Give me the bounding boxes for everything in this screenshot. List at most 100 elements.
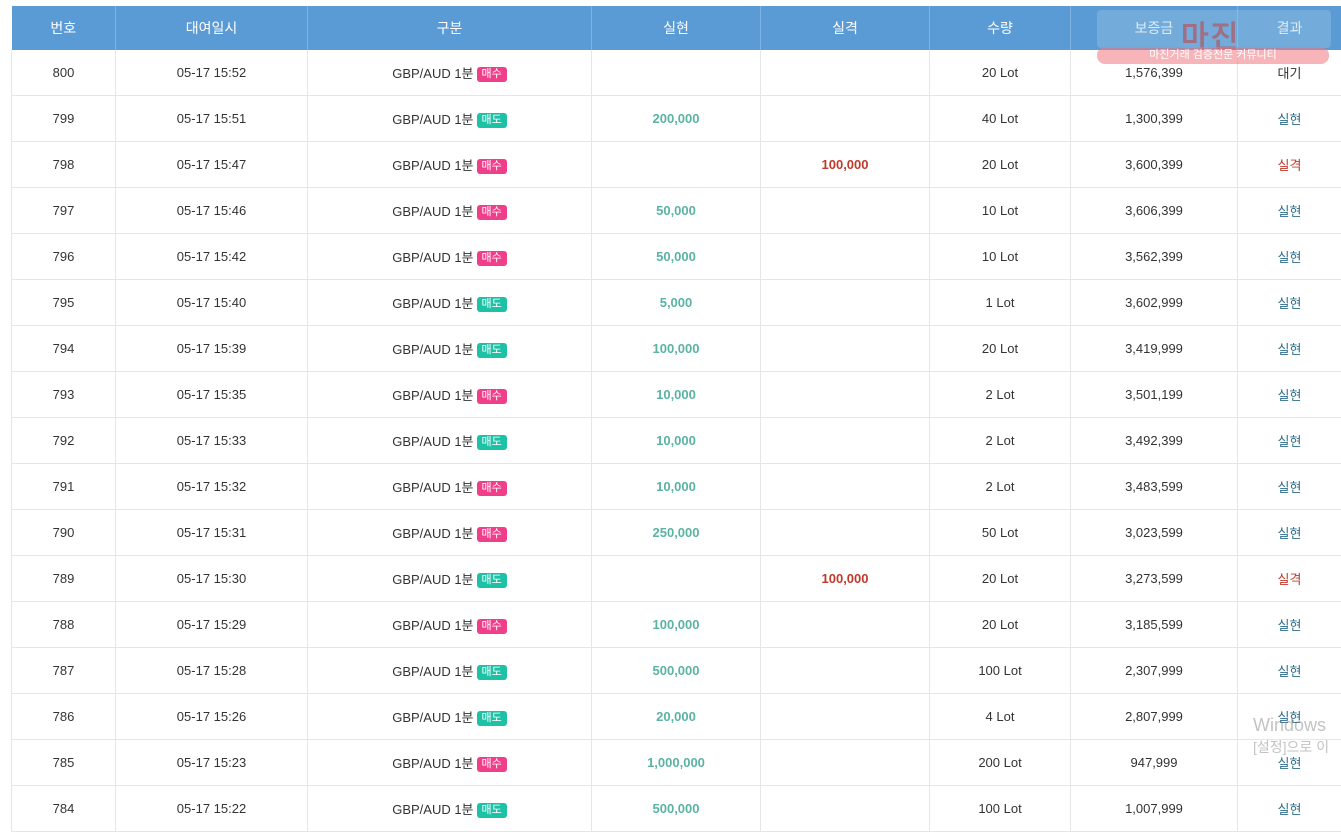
cell-profit: 10,000 bbox=[592, 464, 761, 510]
cell-number: 787 bbox=[12, 648, 116, 694]
cell-loss bbox=[761, 372, 930, 418]
table-row: 79205-17 15:33GBP/AUD 1분매도10,0002 Lot3,4… bbox=[12, 418, 1341, 464]
cell-quantity: 2 Lot bbox=[930, 372, 1071, 418]
windows-activation-notice: Windows [설정]으로 이 bbox=[1253, 714, 1341, 760]
cell-category: GBP/AUD 1분매수 bbox=[308, 602, 592, 648]
cell-category: GBP/AUD 1분 매도 bbox=[308, 96, 592, 142]
cell-deposit: 3,606,399 bbox=[1071, 188, 1238, 234]
cell-loss: 100,000 bbox=[761, 142, 930, 188]
cell-datetime: 05-17 15:52 bbox=[116, 50, 308, 96]
table-row: 78705-17 15:28GBP/AUD 1분매도500,000100 Lot… bbox=[12, 648, 1341, 694]
cell-profit: 1,000,000 bbox=[592, 740, 761, 786]
cell-deposit: 3,492,399 bbox=[1071, 418, 1238, 464]
cell-profit: 5,000 bbox=[592, 280, 761, 326]
cell-number: 789 bbox=[12, 556, 116, 602]
table-row: 79305-17 15:35GBP/AUD 1분매수10,0002 Lot3,5… bbox=[12, 372, 1341, 418]
cell-category: GBP/AUD 1분 매수 bbox=[308, 50, 592, 96]
buy-badge: 매수 bbox=[477, 205, 507, 220]
cell-category: GBP/AUD 1분매도 bbox=[308, 694, 592, 740]
cell-deposit: 3,273,599 bbox=[1071, 556, 1238, 602]
cell-deposit: 3,602,999 bbox=[1071, 280, 1238, 326]
cell-category: GBP/AUD 1분 매수 bbox=[308, 188, 592, 234]
cell-profit bbox=[592, 556, 761, 602]
buy-badge: 매수 bbox=[477, 159, 507, 174]
cell-category: GBP/AUD 1분매수 bbox=[308, 464, 592, 510]
cell-result: 실현 bbox=[1238, 786, 1341, 832]
pair-label: GBP/AUD 1분 bbox=[392, 204, 473, 219]
cell-loss bbox=[761, 602, 930, 648]
table-row: 78805-17 15:29GBP/AUD 1분매수100,00020 Lot3… bbox=[12, 602, 1341, 648]
cell-loss bbox=[761, 786, 930, 832]
cell-loss: 100,000 bbox=[761, 556, 930, 602]
cell-deposit: 3,501,199 bbox=[1071, 372, 1238, 418]
cell-result: 실격 bbox=[1238, 142, 1341, 188]
cell-datetime: 05-17 15:42 bbox=[116, 234, 308, 280]
cell-loss bbox=[761, 418, 930, 464]
pair-label: GBP/AUD 1분 bbox=[392, 158, 473, 173]
cell-loss bbox=[761, 96, 930, 142]
col-header-category: 구분 bbox=[308, 6, 592, 50]
cell-number: 795 bbox=[12, 280, 116, 326]
pair-label: GBP/AUD 1분 bbox=[392, 756, 473, 771]
pair-label: GBP/AUD 1분 bbox=[392, 434, 473, 449]
buy-badge: 매수 bbox=[477, 389, 507, 404]
cell-result: 실현 bbox=[1238, 96, 1341, 142]
cell-category: GBP/AUD 1분매수 bbox=[308, 234, 592, 280]
cell-result: 대기 bbox=[1238, 50, 1341, 96]
cell-quantity: 2 Lot bbox=[930, 464, 1071, 510]
pair-label: GBP/AUD 1분 bbox=[392, 526, 473, 541]
cell-profit: 100,000 bbox=[592, 602, 761, 648]
cell-quantity: 4 Lot bbox=[930, 694, 1071, 740]
pair-label: GBP/AUD 1분 bbox=[392, 572, 473, 587]
sell-badge: 매도 bbox=[477, 665, 507, 680]
cell-number: 791 bbox=[12, 464, 116, 510]
pair-label: GBP/AUD 1분 bbox=[392, 710, 473, 725]
cell-datetime: 05-17 15:40 bbox=[116, 280, 308, 326]
table-row: 79505-17 15:40GBP/AUD 1분매도5,0001 Lot3,60… bbox=[12, 280, 1341, 326]
sell-badge: 매도 bbox=[477, 113, 507, 128]
cell-result: 실현 bbox=[1238, 510, 1341, 556]
cell-quantity: 20 Lot bbox=[930, 602, 1071, 648]
cell-profit: 200,000 bbox=[592, 96, 761, 142]
cell-profit: 500,000 bbox=[592, 786, 761, 832]
cell-quantity: 20 Lot bbox=[930, 556, 1071, 602]
sell-badge: 매도 bbox=[477, 297, 507, 312]
cell-profit bbox=[592, 142, 761, 188]
cell-quantity: 20 Lot bbox=[930, 142, 1071, 188]
pair-label: GBP/AUD 1분 bbox=[392, 664, 473, 679]
cell-profit: 50,000 bbox=[592, 188, 761, 234]
cell-number: 799 bbox=[12, 96, 116, 142]
cell-profit: 10,000 bbox=[592, 372, 761, 418]
buy-badge: 매수 bbox=[477, 251, 507, 266]
cell-deposit: 1,300,399 bbox=[1071, 96, 1238, 142]
cell-result: 실현 bbox=[1238, 648, 1341, 694]
cell-deposit: 1,007,999 bbox=[1071, 786, 1238, 832]
cell-quantity: 1 Lot bbox=[930, 280, 1071, 326]
trade-table: 번호 대여일시 구분 실현 실격 수량 보증금 결과 80005-17 15:5… bbox=[11, 6, 1341, 832]
cell-deposit: 947,999 bbox=[1071, 740, 1238, 786]
cell-loss bbox=[761, 188, 930, 234]
col-header-quantity: 수량 bbox=[930, 6, 1071, 50]
cell-deposit: 3,185,599 bbox=[1071, 602, 1238, 648]
col-header-datetime: 대여일시 bbox=[116, 6, 308, 50]
cell-profit: 50,000 bbox=[592, 234, 761, 280]
cell-profit: 100,000 bbox=[592, 326, 761, 372]
pair-label: GBP/AUD 1분 bbox=[392, 66, 473, 81]
table-row: 79405-17 15:39GBP/AUD 1분매도100,00020 Lot3… bbox=[12, 326, 1341, 372]
col-header-deposit: 보증금 bbox=[1071, 6, 1238, 50]
table-row: 79705-17 15:46GBP/AUD 1분매수50,00010 Lot3,… bbox=[12, 188, 1341, 234]
cell-quantity: 40 Lot bbox=[930, 96, 1071, 142]
cell-deposit: 3,562,399 bbox=[1071, 234, 1238, 280]
cell-deposit: 1,576,399 bbox=[1071, 50, 1238, 96]
cell-number: 796 bbox=[12, 234, 116, 280]
cell-result: 실격 bbox=[1238, 556, 1341, 602]
cell-result: 실현 bbox=[1238, 372, 1341, 418]
buy-badge: 매수 bbox=[477, 481, 507, 496]
pair-label: GBP/AUD 1분 bbox=[392, 112, 473, 127]
col-header-result: 결과 bbox=[1238, 6, 1341, 50]
buy-badge: 매수 bbox=[477, 67, 507, 82]
cell-category: GBP/AUD 1분매도 bbox=[308, 786, 592, 832]
cell-datetime: 05-17 15:51 bbox=[116, 96, 308, 142]
table-row: 79105-17 15:32GBP/AUD 1분매수10,0002 Lot3,4… bbox=[12, 464, 1341, 510]
cell-datetime: 05-17 15:39 bbox=[116, 326, 308, 372]
